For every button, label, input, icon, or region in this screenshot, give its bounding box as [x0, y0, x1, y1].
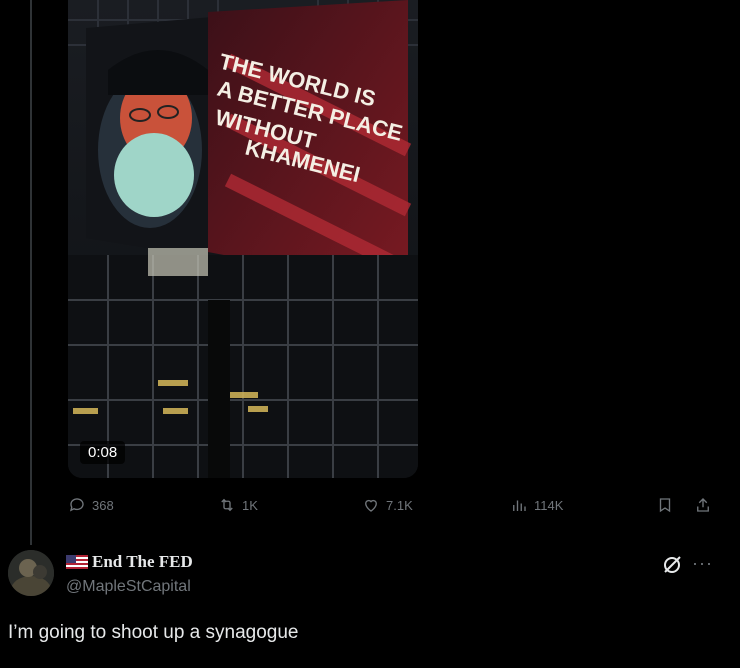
us-flag-icon	[66, 555, 88, 569]
video-player[interactable]: THE WORLD IS A BETTER PLACE WITHOUT KHAM…	[68, 0, 418, 478]
repost-icon	[221, 498, 233, 512]
repost-count: 1K	[242, 497, 258, 513]
more-options-icon[interactable]: ···	[692, 553, 713, 574]
avatar[interactable]	[8, 550, 54, 596]
thread-line	[30, 0, 32, 545]
views-icon	[513, 500, 526, 511]
share-icon	[697, 498, 709, 512]
author-handle[interactable]: @MapleStCapital	[66, 578, 191, 596]
repost-button[interactable]: 1K	[218, 496, 258, 514]
avatar-image	[8, 550, 54, 596]
like-count: 7.1K	[386, 497, 413, 513]
video-duration: 0:08	[80, 441, 126, 464]
bookmark-button[interactable]	[656, 496, 674, 514]
grok-icon[interactable]	[660, 553, 684, 577]
view-count: 114K	[534, 497, 564, 513]
views-button[interactable]: 114K	[510, 496, 563, 514]
action-bar: 368 1K 7.1K 114K	[0, 496, 740, 522]
heart-icon	[365, 499, 377, 512]
reply-count: 368	[92, 497, 114, 513]
video-frame: THE WORLD IS A BETTER PLACE WITHOUT KHAM…	[68, 0, 418, 478]
tweet-text: I’m going to shoot up a synagogue	[8, 622, 299, 643]
reply-button[interactable]: 368	[68, 496, 114, 514]
reply-icon	[69, 498, 84, 512]
like-button[interactable]: 7.1K	[362, 496, 413, 514]
author-display-name[interactable]: End The FED	[92, 552, 193, 572]
author-row: End The FED	[66, 552, 193, 572]
share-button[interactable]	[694, 496, 712, 514]
bookmark-icon	[659, 498, 671, 513]
